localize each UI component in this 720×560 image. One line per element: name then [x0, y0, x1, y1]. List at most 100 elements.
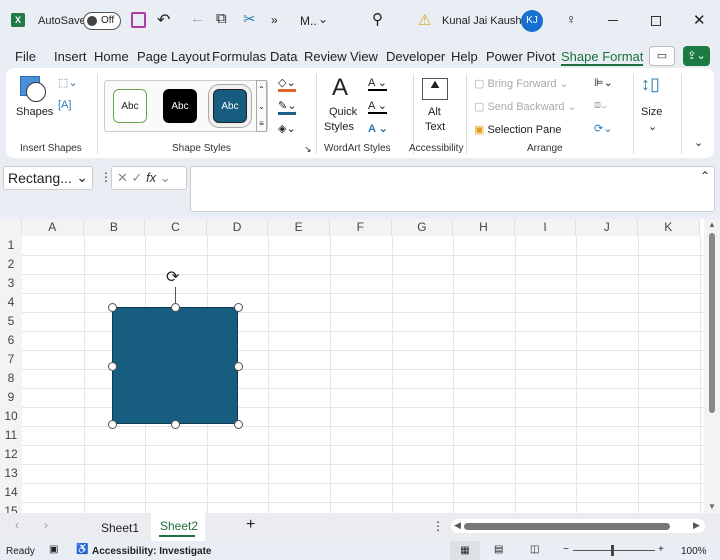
page-layout-view-button[interactable]: ▤	[494, 544, 503, 555]
resize-handle[interactable]	[108, 420, 117, 429]
zoom-in-button[interactable]: +	[658, 544, 664, 555]
text-outline-icon[interactable]: A ⌄	[368, 99, 388, 114]
alt-label[interactable]: Alt	[428, 106, 441, 118]
row-header-2[interactable]: 2	[0, 255, 22, 274]
shape-effects-icon[interactable]: ◈⌄	[278, 122, 296, 135]
row-header-15[interactable]: 15	[0, 502, 22, 513]
column-header-D[interactable]: D	[206, 219, 269, 236]
next-sheet-icon[interactable]: ›	[44, 518, 48, 532]
formula-input[interactable]	[190, 166, 715, 212]
size-icon[interactable]: ↕▯	[641, 74, 660, 95]
prev-sheet-icon[interactable]: ‹	[15, 518, 19, 532]
maximize-button[interactable]	[651, 16, 661, 26]
tab-file[interactable]: File	[15, 49, 36, 64]
insert-function-icon[interactable]: fx	[146, 170, 156, 185]
style-blue-selected[interactable]: Abc	[213, 89, 247, 123]
quick-styles-icon[interactable]: A	[332, 74, 348, 102]
select-all[interactable]	[0, 219, 22, 236]
styles-label[interactable]: Styles	[324, 121, 354, 133]
row-header-13[interactable]: 13	[0, 464, 22, 483]
row-header-10[interactable]: 10	[0, 407, 22, 426]
lightbulb-icon[interactable]: ♀	[566, 11, 577, 27]
column-header-F[interactable]: F	[330, 219, 392, 236]
row-header-5[interactable]: 5	[0, 312, 22, 331]
filename[interactable]: M..	[300, 14, 317, 28]
close-button[interactable]: ✕	[693, 11, 706, 29]
horizontal-scrollbar[interactable]: ◀ ▶	[451, 519, 705, 533]
name-box[interactable]: Rectang... ⌄	[3, 166, 93, 190]
resize-handle[interactable]	[108, 303, 117, 312]
tab-insert[interactable]: Insert	[54, 49, 87, 64]
tab-page-layout[interactable]: Page Layout	[137, 49, 210, 64]
comments-button[interactable]: ▭	[649, 46, 675, 66]
normal-view-button[interactable]: ▦	[450, 541, 480, 560]
tab-data[interactable]: Data	[270, 49, 297, 64]
column-header-G[interactable]: G	[391, 219, 454, 236]
tab-home[interactable]: Home	[94, 49, 129, 64]
resize-handle[interactable]	[234, 420, 243, 429]
align-icon[interactable]: ⊫⌄	[594, 76, 613, 89]
shapes-button[interactable]: Shapes	[16, 106, 53, 118]
text-label[interactable]: Text	[425, 121, 445, 133]
shape-outline-icon[interactable]: ✎⌄	[278, 99, 297, 115]
gallery-scroll[interactable]: ⌃ ⌄ ≡	[256, 80, 267, 132]
copy-icon[interactable]: ⧉	[216, 10, 227, 27]
text-box-icon[interactable]: [A]	[58, 99, 71, 111]
column-header-C[interactable]: C	[145, 219, 207, 236]
resize-handle[interactable]	[108, 362, 117, 371]
macro-record-icon[interactable]: ▣	[49, 544, 58, 555]
accessibility-status[interactable]: Accessibility: Investigate	[92, 546, 212, 557]
chevron-down-icon[interactable]: ⌄	[318, 12, 328, 26]
column-header-I[interactable]: I	[514, 219, 577, 236]
row-header-8[interactable]: 8	[0, 369, 22, 388]
minimize-button[interactable]	[608, 20, 618, 21]
row-header-7[interactable]: 7	[0, 350, 22, 369]
row-header-6[interactable]: 6	[0, 331, 22, 350]
style-black[interactable]: Abc	[163, 89, 197, 123]
page-break-view-button[interactable]: ◫	[530, 544, 539, 555]
row-header-12[interactable]: 12	[0, 445, 22, 464]
alt-text-icon[interactable]: ⛰	[422, 78, 448, 100]
tab-power-pivot[interactable]: Power Pivot	[486, 49, 555, 64]
undo-icon[interactable]: ↶	[157, 10, 170, 30]
column-header-A[interactable]: A	[22, 219, 84, 236]
autosave-toggle[interactable]: Off	[83, 12, 121, 30]
style-outline-green[interactable]: Abc	[113, 89, 147, 123]
bring-forward-button[interactable]: ▢ Bring Forward ⌄	[474, 77, 569, 90]
dialog-launcher-icon[interactable]: ↘	[304, 144, 312, 155]
tab-formulas[interactable]: Formulas	[212, 49, 266, 64]
tab-review[interactable]: Review	[304, 49, 347, 64]
save-icon[interactable]	[131, 12, 146, 28]
collapse-ribbon-icon[interactable]: ⌄	[694, 136, 703, 149]
resize-handle[interactable]	[171, 420, 180, 429]
tab-shape-format[interactable]: Shape Format	[561, 49, 644, 66]
tab-developer[interactable]: Developer	[386, 49, 445, 64]
user-name[interactable]: Kunal Jai Kaushik	[442, 15, 529, 27]
avatar[interactable]: KJ	[521, 10, 543, 32]
tab-view[interactable]: View	[350, 49, 378, 64]
resize-handle[interactable]	[234, 362, 243, 371]
sheet-tab-sheet1[interactable]: Sheet1	[101, 521, 139, 535]
cut-icon[interactable]: ✂	[243, 10, 256, 28]
zoom-out-button[interactable]: −	[563, 544, 569, 555]
column-header-E[interactable]: E	[268, 219, 330, 236]
shape-fill-icon[interactable]: ◇⌄	[278, 76, 296, 92]
row-header-4[interactable]: 4	[0, 293, 22, 312]
size-button[interactable]: Size	[641, 106, 662, 118]
group-objects-icon[interactable]: ⧈⌄	[594, 99, 607, 112]
vertical-scrollbar[interactable]: ▲ ▼	[704, 219, 720, 513]
rotate-icon[interactable]: ⟳⌄	[594, 122, 612, 135]
shape-selection[interactable]	[112, 307, 238, 424]
share-button[interactable]: ⇪⌄	[683, 46, 710, 66]
enter-icon[interactable]: ✓	[132, 170, 143, 185]
column-header-B[interactable]: B	[83, 219, 146, 236]
zoom-level[interactable]: 100%	[681, 546, 707, 557]
row-header-11[interactable]: 11	[0, 426, 22, 445]
add-sheet-button[interactable]: +	[246, 516, 255, 534]
tab-help[interactable]: Help	[451, 49, 478, 64]
rotate-handle-icon[interactable]: ⟳	[166, 267, 179, 287]
column-header-J[interactable]: J	[576, 219, 638, 236]
send-backward-button[interactable]: ▢ Send Backward ⌄	[474, 100, 577, 113]
worksheet-grid[interactable]: A B C D E F G H I J K 1 2 3 4 5 6 7 8 9 10 11 12 13 14 15	[0, 219, 704, 513]
accessibility-icon[interactable]: ♿	[76, 544, 88, 555]
